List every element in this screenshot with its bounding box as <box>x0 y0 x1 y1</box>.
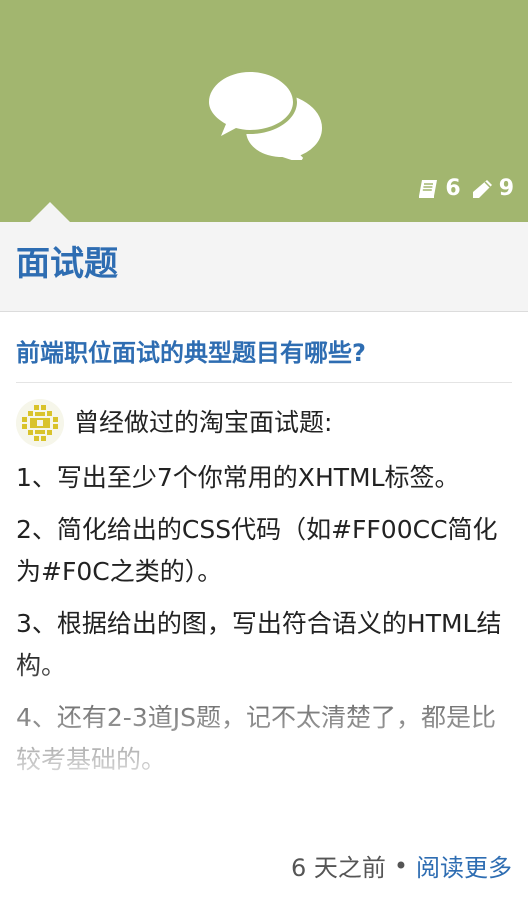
read-more-link[interactable]: 阅读更多 <box>416 848 512 883</box>
post-author-line: 曾经做过的淘宝面试题: <box>16 399 512 447</box>
excerpt-paragraph-2: 2、简化给出的CSS代码（如#FF00CC简化为#F0C之类的）。 <box>16 515 498 586</box>
category-banner[interactable]: 6 9 <box>0 0 528 222</box>
banner-pointer <box>30 202 70 222</box>
posts-stat: 9 <box>471 176 514 201</box>
avatar[interactable] <box>16 399 64 447</box>
category-header: 面试题 <box>0 222 528 312</box>
book-icon <box>419 179 438 198</box>
post-intro-text: 曾经做过的淘宝面试题: <box>74 408 333 437</box>
posts-count: 9 <box>498 176 514 201</box>
pencil-icon <box>472 179 492 198</box>
identicon-avatar <box>16 399 64 447</box>
excerpt-paragraph-4: 4、还有2-3道JS题，记不太清楚了，都是比较考基础的。 <box>16 703 496 774</box>
topic-card: 前端职位面试的典型题目有哪些? 曾经做过的淘宝面试题: 1、写出至少7个你常用的… <box>0 334 528 789</box>
topic-excerpt: 曾经做过的淘宝面试题: 1、写出至少7个你常用的XHTML标签。 2、简化给出的… <box>16 399 512 789</box>
excerpt-paragraph-3: 3、根据给出的图，写出符合语义的HTML结构。 <box>16 609 502 680</box>
topic-time-ago: 6 天之前 <box>290 854 386 882</box>
topics-stat: 6 <box>417 176 461 201</box>
footer-separator: • <box>393 851 408 880</box>
excerpt-paragraph-1: 1、写出至少7个你常用的XHTML标签。 <box>16 463 460 492</box>
topics-count: 6 <box>445 176 461 201</box>
category-stats: 6 9 <box>417 176 514 201</box>
topic-title-link[interactable]: 前端职位面试的典型题目有哪些? <box>16 334 512 383</box>
category-title[interactable]: 面试题 <box>16 244 118 284</box>
topic-footer: 6 天之前 • 阅读更多 <box>291 848 512 883</box>
chat-bubbles-icon <box>205 68 323 160</box>
